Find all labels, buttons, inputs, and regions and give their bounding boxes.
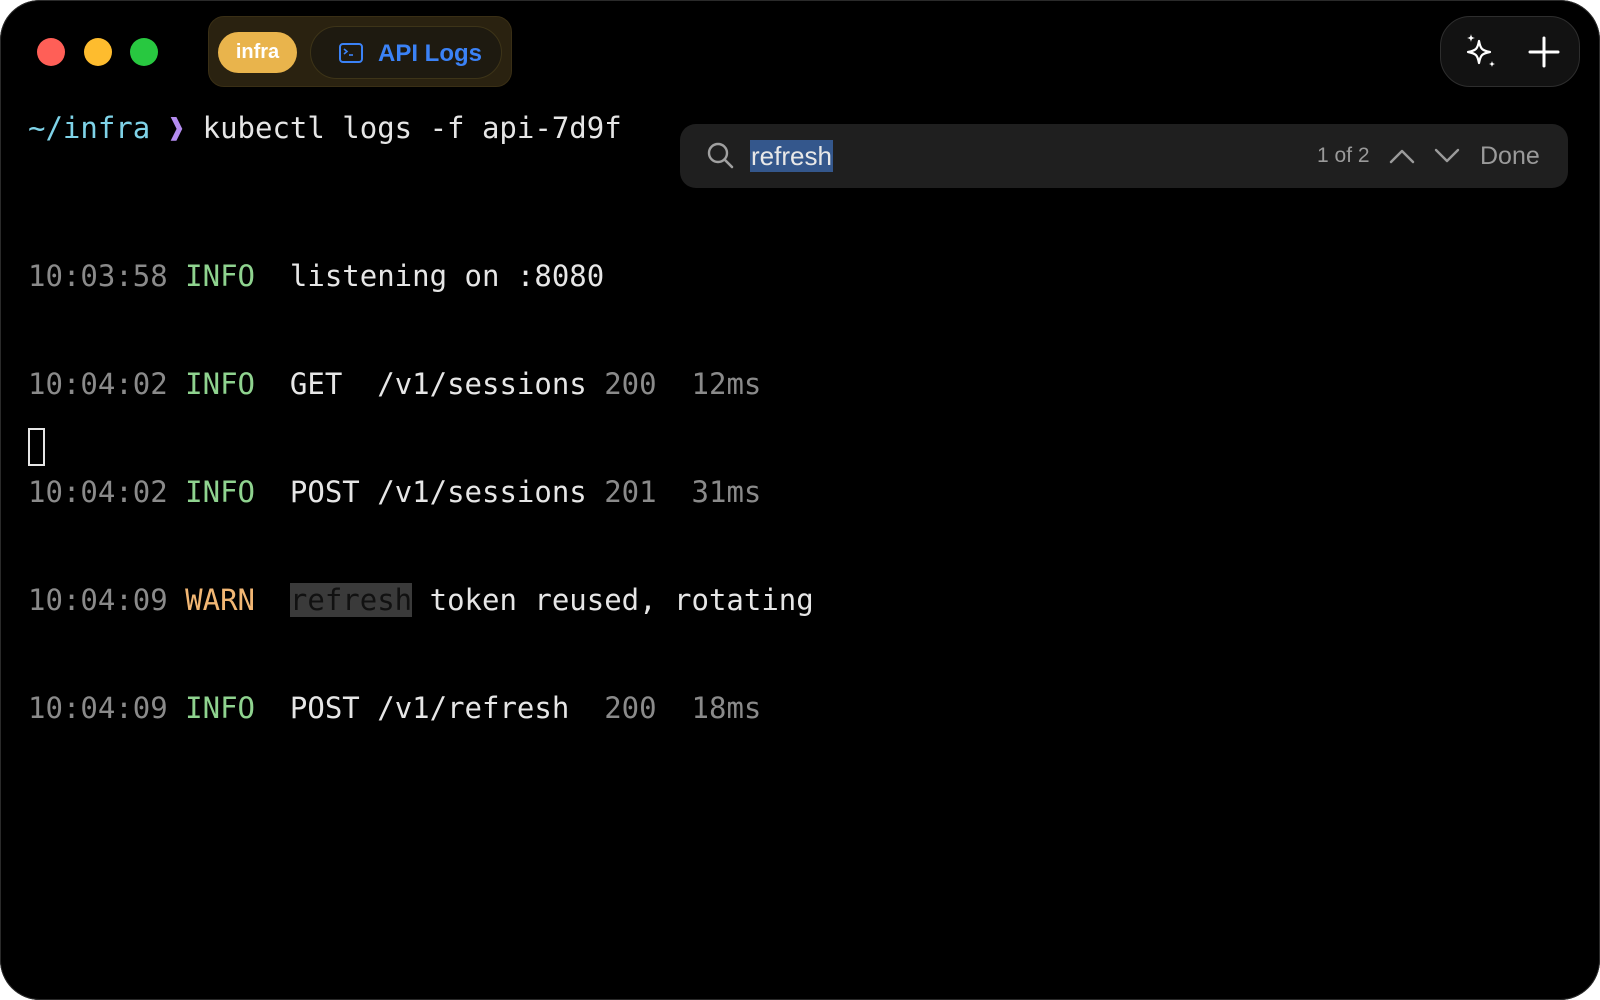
- log-output: 10:03:58 INFO listening on :8080 10:04:0…: [28, 188, 814, 796]
- log-method: POST: [289, 475, 360, 509]
- prompt-command: kubectl logs -f api-7d9f: [202, 111, 622, 145]
- command-prompt: ~/infra ❱ kubectl logs -f api-7d9f: [28, 108, 622, 148]
- log-level: INFO: [185, 259, 255, 293]
- log-line: 10:04:02 INFO POST /v1/sessions 201 31ms: [28, 472, 814, 512]
- log-line: 10:04:09 WARN refresh token reused, rota…: [28, 580, 814, 620]
- log-status: 200: [604, 367, 657, 401]
- window-toolbar: [1440, 16, 1580, 87]
- maximize-window-button[interactable]: [130, 38, 158, 66]
- match-count: 1 of 2: [1317, 144, 1370, 167]
- close-window-button[interactable]: [37, 38, 65, 66]
- log-level: INFO: [185, 475, 255, 509]
- log-time: 10:04:09: [28, 691, 168, 725]
- find-bar: refresh 1 of 2 Done: [680, 124, 1568, 188]
- chevron-up-icon[interactable]: [1388, 143, 1416, 169]
- minimize-window-button[interactable]: [84, 38, 112, 66]
- tab-group: infra API Logs: [208, 16, 512, 87]
- log-level: INFO: [185, 367, 255, 401]
- tab-title: API Logs: [378, 40, 483, 67]
- prompt-path: ~/infra: [28, 111, 151, 145]
- terminal-window: infra API Logs ~/infra ❱ kubectl logs -f…: [0, 0, 1600, 1000]
- log-duration: 18ms: [691, 691, 762, 725]
- find-input[interactable]: refresh: [750, 140, 833, 172]
- log-message: listening on :8080: [289, 259, 605, 293]
- prompt-arrow: ❱: [167, 111, 186, 145]
- log-level: WARN: [185, 583, 255, 617]
- log-line: 10:03:58 INFO listening on :8080: [28, 256, 814, 296]
- log-duration: 12ms: [691, 367, 762, 401]
- terminal-cursor: [28, 428, 45, 466]
- log-time: 10:04:02: [28, 367, 168, 401]
- log-path: /v1/sessions: [377, 475, 587, 509]
- log-message: token reused, rotating: [429, 583, 814, 617]
- log-method: POST: [289, 691, 360, 725]
- log-level: INFO: [185, 691, 255, 725]
- sparkles-icon[interactable]: [1461, 32, 1501, 72]
- log-path: /v1/refresh: [377, 691, 587, 725]
- search-match-highlight: refresh: [289, 583, 413, 617]
- log-time: 10:04:02: [28, 475, 168, 509]
- log-status: 200: [604, 691, 657, 725]
- search-icon: [706, 141, 736, 176]
- tab-group-label[interactable]: infra: [218, 32, 297, 73]
- terminal-icon: [339, 43, 363, 68]
- log-path: /v1/sessions: [377, 367, 587, 401]
- log-time: 10:04:09: [28, 583, 168, 617]
- log-status: 201: [604, 475, 657, 509]
- chevron-down-icon[interactable]: [1433, 143, 1461, 169]
- log-method: GET: [289, 367, 360, 401]
- done-button[interactable]: Done: [1480, 124, 1540, 188]
- log-line: 10:04:02 INFO GET /v1/sessions 200 12ms: [28, 364, 814, 404]
- tab-api-logs[interactable]: API Logs: [310, 26, 502, 79]
- log-time: 10:03:58: [28, 259, 168, 293]
- plus-icon[interactable]: [1526, 34, 1562, 70]
- log-line: 10:04:09 INFO POST /v1/refresh 200 18ms: [28, 688, 814, 728]
- log-duration: 31ms: [691, 475, 762, 509]
